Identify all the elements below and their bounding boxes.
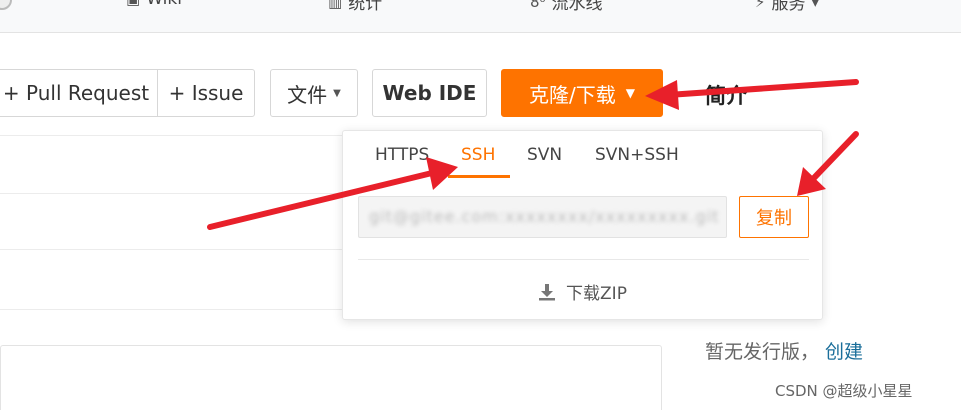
- clone-download-label: 克隆/下载: [529, 82, 616, 107]
- release-text: 暂无发行版，: [705, 341, 820, 363]
- nav-item-label: 统计: [348, 0, 383, 14]
- nav-item-pipeline[interactable]: 8⁰ 流水线: [530, 0, 603, 14]
- dropdown-divider: [358, 259, 809, 260]
- issue-button[interactable]: + Issue: [157, 69, 255, 117]
- download-zip-link[interactable]: 下载ZIP: [343, 279, 822, 304]
- file-dropdown-button[interactable]: 文件 ▼: [270, 69, 358, 117]
- tab-https[interactable]: HTTPS: [375, 145, 429, 175]
- pull-request-label: + Pull Request: [2, 81, 150, 105]
- service-icon: ⚡: [755, 0, 766, 11]
- tab-svn[interactable]: SVN: [527, 145, 562, 175]
- avatar[interactable]: [0, 0, 12, 10]
- top-nav: ▣ Wiki ▥ 统计 8⁰ 流水线 ⚡ 服务 ▾: [0, 0, 961, 33]
- copy-button[interactable]: 复制: [739, 196, 809, 238]
- clone-download-button[interactable]: 克隆/下载 ▼: [501, 69, 663, 117]
- caret-down-icon: ▼: [625, 86, 635, 100]
- readme-box: [0, 345, 662, 410]
- download-zip-label: 下载ZIP: [566, 284, 627, 304]
- caret-down-icon: ▼: [333, 87, 341, 99]
- nav-item-label: 流水线: [551, 0, 603, 14]
- wiki-icon: ▣: [126, 0, 140, 8]
- pipeline-icon: 8⁰: [530, 0, 546, 11]
- file-label: 文件: [287, 82, 328, 107]
- nav-item-service[interactable]: ⚡ 服务 ▾: [755, 0, 819, 14]
- active-tab-indicator: [448, 175, 510, 178]
- download-icon: [539, 283, 556, 300]
- tab-svn-ssh[interactable]: SVN+SSH: [595, 145, 679, 175]
- nav-item-wiki[interactable]: ▣ Wiki: [126, 0, 182, 9]
- create-release-link[interactable]: 创建: [825, 341, 863, 363]
- row-divider: [0, 309, 345, 310]
- row-divider: [0, 193, 345, 194]
- watermark: CSDN @超级小星星: [775, 382, 913, 400]
- pull-request-button[interactable]: + Pull Request: [0, 69, 158, 117]
- copy-label: 复制: [756, 208, 792, 229]
- tab-ssh[interactable]: SSH: [461, 145, 495, 175]
- chevron-down-icon: ▾: [811, 0, 820, 11]
- row-divider: [0, 135, 345, 136]
- protocol-tabs: HTTPS SSH SVN SVN+SSH: [343, 131, 822, 179]
- stats-icon: ▥: [328, 0, 343, 11]
- intro-title: 简介: [705, 84, 747, 108]
- nav-item-label: 服务: [771, 0, 806, 14]
- nav-item-label: Wiki: [146, 0, 182, 9]
- clone-url-value: git@gitee.com:xxxxxxxx/xxxxxxxxx.git: [369, 207, 720, 226]
- file-list: [0, 135, 662, 410]
- web-ide-button[interactable]: Web IDE: [372, 69, 487, 117]
- release-info: 暂无发行版， 创建: [705, 337, 863, 364]
- row-divider: [0, 249, 345, 250]
- clone-dropdown: HTTPS SSH SVN SVN+SSH git@gitee.com:xxxx…: [342, 130, 823, 320]
- web-ide-label: Web IDE: [382, 81, 477, 105]
- issue-label: + Issue: [168, 81, 244, 105]
- nav-item-stats[interactable]: ▥ 统计: [328, 0, 382, 14]
- clone-url-field[interactable]: git@gitee.com:xxxxxxxx/xxxxxxxxx.git: [358, 196, 727, 238]
